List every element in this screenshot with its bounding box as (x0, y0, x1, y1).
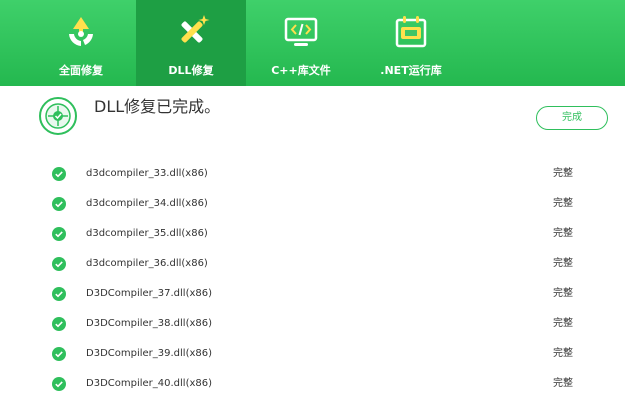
tab-dll-repair[interactable]: DLL修复 (136, 0, 246, 86)
repair-status-icon (39, 97, 77, 135)
tools-icon (181, 15, 210, 43)
list-item: D3DCompiler_37.dll(x86) 完整 (0, 280, 625, 310)
tab-net-runtime[interactable]: .NET运行库 (356, 0, 466, 86)
top-navigation-bar: 全面修复 DLL修复 C++库文件 .NET运行库 (0, 0, 625, 86)
check-circle-icon (52, 167, 66, 181)
file-status: 完整 (553, 348, 573, 359)
net-calendar-icon (395, 16, 427, 48)
file-name: D3DCompiler_37.dll(x86) (86, 288, 213, 299)
check-circle-icon (52, 377, 66, 391)
file-status: 完整 (553, 228, 573, 239)
tab-cpp-library[interactable]: C++库文件 (246, 0, 356, 86)
list-item: d3dcompiler_36.dll(x86) 完整 (0, 250, 625, 280)
status-title: DLL修复已完成。 (94, 97, 221, 116)
tab-label: .NET运行库 (380, 64, 442, 77)
list-item: D3DCompiler_38.dll(x86) 完整 (0, 310, 625, 340)
tab-label: 全面修复 (59, 64, 103, 77)
tab-full-repair[interactable]: 全面修复 (26, 0, 136, 86)
check-circle-icon (52, 317, 66, 331)
file-status: 完整 (553, 258, 573, 269)
list-item: d3dcompiler_35.dll(x86) 完整 (0, 220, 625, 250)
tab-label: C++库文件 (271, 64, 331, 77)
file-name: D3DCompiler_40.dll(x86) (86, 378, 213, 389)
file-status: 完整 (553, 288, 573, 299)
code-monitor-icon (284, 17, 318, 46)
file-status: 完整 (553, 318, 573, 329)
recycle-icon (69, 17, 93, 46)
file-name: d3dcompiler_36.dll(x86) (86, 258, 208, 269)
file-name: D3DCompiler_39.dll(x86) (86, 348, 213, 359)
file-status: 完整 (553, 378, 573, 389)
file-name: d3dcompiler_33.dll(x86) (86, 168, 208, 179)
list-item: d3dcompiler_33.dll(x86) 完整 (0, 160, 625, 190)
check-circle-icon (52, 347, 66, 361)
file-name: d3dcompiler_34.dll(x86) (86, 198, 208, 209)
done-button[interactable]: 完成 (536, 106, 608, 130)
tab-label: DLL修复 (168, 64, 214, 77)
list-item: d3dcompiler_34.dll(x86) 完整 (0, 190, 625, 220)
list-item: D3DCompiler_40.dll(x86) 完整 (0, 370, 625, 400)
check-circle-icon (52, 227, 66, 241)
check-circle-icon (52, 197, 66, 211)
file-name: D3DCompiler_38.dll(x86) (86, 318, 213, 329)
file-status: 完整 (553, 168, 573, 179)
check-circle-icon (52, 287, 66, 301)
file-name: d3dcompiler_35.dll(x86) (86, 228, 208, 239)
list-item: D3DCompiler_39.dll(x86) 完整 (0, 340, 625, 370)
file-status: 完整 (553, 198, 573, 209)
check-circle-icon (52, 257, 66, 271)
